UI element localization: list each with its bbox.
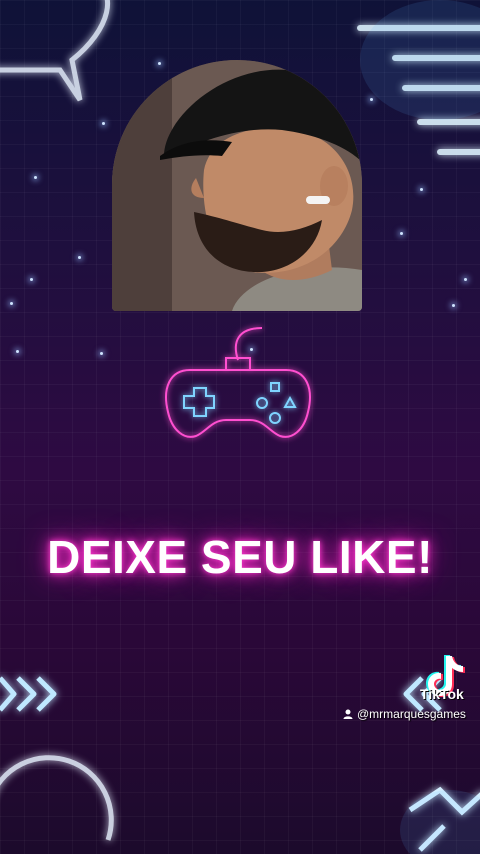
star: [250, 348, 253, 351]
star: [10, 302, 13, 305]
star: [158, 62, 161, 65]
headline-text: DEIXE SEU LIKE!: [47, 531, 433, 583]
star: [78, 256, 81, 259]
star: [34, 176, 37, 179]
creator-handle: @mrmarquesgames: [343, 707, 466, 721]
person-portrait: [112, 60, 362, 311]
creator-handle-text: @mrmarquesgames: [357, 707, 466, 721]
streamer-photo: [112, 60, 362, 311]
arrows-right-icon: [0, 676, 57, 712]
star: [100, 352, 103, 355]
tiktok-brand-label: TikTok: [420, 686, 464, 702]
star: [420, 188, 423, 191]
star: [16, 350, 19, 353]
star: [30, 278, 33, 281]
star: [400, 232, 403, 235]
game-controller-icon: [165, 327, 311, 438]
user-icon: [343, 709, 353, 719]
star: [452, 304, 455, 307]
circle-arc: [0, 755, 114, 841]
star: [370, 98, 373, 101]
chat-bubble-outline: [0, 0, 111, 102]
star: [464, 278, 467, 281]
star: [102, 122, 105, 125]
